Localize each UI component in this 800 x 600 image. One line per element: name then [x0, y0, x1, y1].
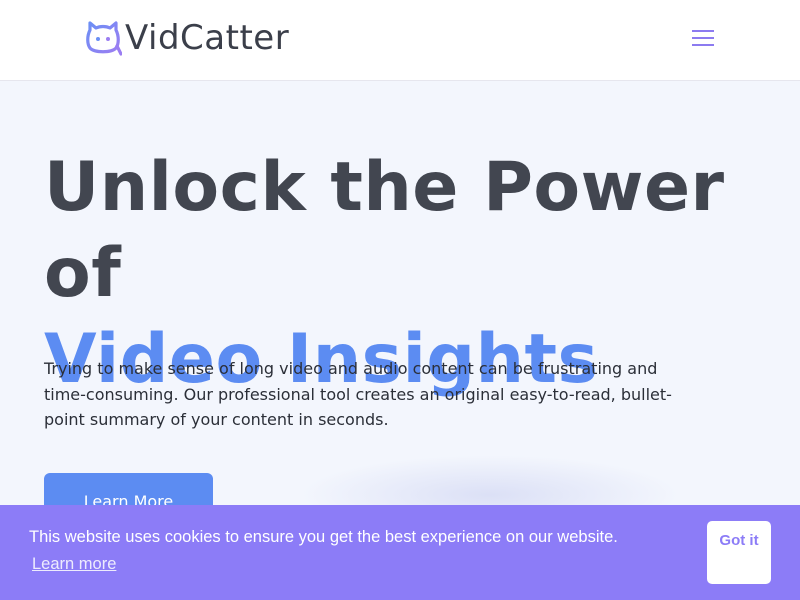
logo-text: VidCatter — [125, 18, 290, 58]
hero-title-line1: Unlock the Power of — [44, 148, 725, 313]
site-header: VidCatter — [0, 0, 800, 81]
hamburger-menu-icon[interactable] — [692, 30, 716, 50]
cookie-banner: This website uses cookies to ensure you … — [0, 505, 800, 600]
cat-logo-icon — [86, 21, 122, 56]
cookie-message: This website uses cookies to ensure you … — [29, 528, 618, 546]
got-it-button[interactable]: Got it — [707, 521, 771, 584]
hero-description: Trying to make sense of long video and a… — [44, 359, 672, 429]
cookie-learn-more-link[interactable]: Learn more — [32, 554, 116, 574]
logo[interactable]: VidCatter — [84, 18, 289, 58]
